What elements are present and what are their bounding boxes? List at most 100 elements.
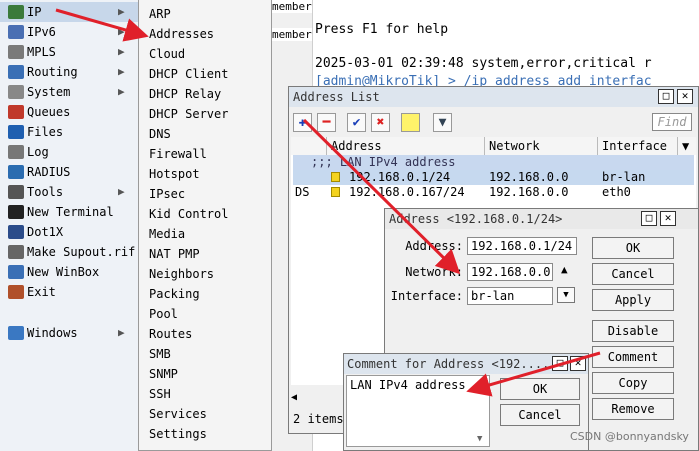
- submenu-item-arp[interactable]: ARP: [149, 4, 171, 24]
- enable-button[interactable]: ✔: [347, 113, 366, 132]
- network-field[interactable]: 192.168.0.0: [467, 263, 553, 281]
- cancel-button[interactable]: Cancel: [592, 263, 674, 285]
- maximize-button[interactable]: □: [641, 211, 657, 226]
- comment-textarea[interactable]: LAN IPv4 address: [346, 375, 490, 447]
- ok-button[interactable]: OK: [592, 237, 674, 259]
- submenu-item-packing[interactable]: Packing: [149, 284, 200, 304]
- submenu-item-addresses[interactable]: Addresses: [149, 24, 214, 44]
- column-menu-icon[interactable]: ▼: [678, 137, 696, 155]
- system-icon: [8, 85, 24, 99]
- mpls-icon: [8, 45, 24, 59]
- dropdown-icon[interactable]: ▼: [557, 287, 575, 303]
- submenu-item-services[interactable]: Services: [149, 404, 207, 424]
- submenu-item-pool[interactable]: Pool: [149, 304, 178, 324]
- submenu-arrow-icon: ▶: [118, 326, 125, 339]
- menu-item-dot1x[interactable]: Dot1X: [0, 222, 138, 242]
- menu-item-system[interactable]: System ▶: [0, 82, 138, 102]
- submenu-arrow-icon: ▶: [118, 45, 125, 58]
- scroll-down-icon[interactable]: ▼: [477, 434, 482, 444]
- submenu-item-smb[interactable]: SMB: [149, 344, 171, 364]
- remove-button[interactable]: Remove: [592, 398, 674, 420]
- menu-item-radius[interactable]: RADIUS: [0, 162, 138, 182]
- apply-button[interactable]: Apply: [592, 289, 674, 311]
- add-button[interactable]: ✚: [293, 113, 312, 132]
- collapse-up-icon[interactable]: ▲: [561, 263, 568, 276]
- menu-item-ip[interactable]: IP ▶: [0, 2, 138, 22]
- row-interface: eth0: [602, 185, 631, 199]
- address-list-titlebar[interactable]: Address List: [289, 87, 698, 107]
- submenu-item-snmp[interactable]: SNMP: [149, 364, 178, 384]
- menu-item-label: Tools: [27, 185, 64, 199]
- filter-icon[interactable]: ▼: [433, 113, 452, 132]
- submenu-item-ipsec[interactable]: IPsec: [149, 184, 185, 204]
- submenu-item-neighbors[interactable]: Neighbors: [149, 264, 214, 284]
- submenu-item-hotspot[interactable]: Hotspot: [149, 164, 200, 184]
- menu-item-routing[interactable]: Routing ▶: [0, 62, 138, 82]
- remove-button[interactable]: ━: [317, 113, 336, 132]
- find-input[interactable]: Find: [652, 113, 692, 131]
- table-row[interactable]: DS 192.168.0.167/24 192.168.0.0 eth0: [293, 185, 694, 200]
- menu-item-new-winbox[interactable]: New WinBox: [0, 262, 138, 282]
- submenu-arrow-icon: ▶: [118, 5, 125, 18]
- submenu-item-media[interactable]: Media: [149, 224, 185, 244]
- row-network: 192.168.0.0: [489, 170, 569, 184]
- close-button[interactable]: ✕: [570, 356, 586, 371]
- row-address: 192.168.0.167/24: [349, 185, 465, 199]
- menu-item-exit[interactable]: Exit: [0, 282, 138, 302]
- copy-button[interactable]: Copy: [592, 372, 674, 394]
- network-label: Network:: [405, 265, 463, 279]
- submenu-item-nat-pmp[interactable]: NAT PMP: [149, 244, 200, 264]
- menu-item-windows[interactable]: Windows ▶: [0, 323, 138, 343]
- submenu-item-dhcp-relay[interactable]: DHCP Relay: [149, 84, 221, 104]
- menu-item-mpls[interactable]: MPLS ▶: [0, 42, 138, 62]
- address-field[interactable]: 192.168.0.1/24: [467, 237, 577, 255]
- submenu-item-routes[interactable]: Routes: [149, 324, 192, 344]
- comment-button[interactable]: Comment: [592, 346, 674, 368]
- comment-window[interactable]: Comment for Address <192.... □ ✕ LAN IPv…: [343, 353, 589, 451]
- menu-item-make-supout-rif[interactable]: Make Supout.rif: [0, 242, 138, 262]
- menu-item-label: Make Supout.rif: [27, 245, 136, 259]
- close-button[interactable]: ✕: [660, 211, 676, 226]
- menu-item-tools[interactable]: Tools ▶: [0, 182, 138, 202]
- close-button[interactable]: ✕: [677, 89, 693, 104]
- submenu-item-cloud[interactable]: Cloud: [149, 44, 185, 64]
- cancel-button[interactable]: Cancel: [500, 404, 580, 426]
- submenu-arrow-icon: ▶: [118, 185, 125, 198]
- menu-item-files[interactable]: Files: [0, 122, 138, 142]
- interface-select[interactable]: br-lan: [467, 287, 553, 305]
- flag-column-header[interactable]: [291, 137, 327, 155]
- disable-button[interactable]: ✖: [371, 113, 390, 132]
- group-row[interactable]: ;;; LAN IPv4 address: [293, 155, 694, 170]
- interface-column-header[interactable]: Interface: [598, 137, 678, 155]
- menu-item-ipv6[interactable]: IPv6 ▶: [0, 22, 138, 42]
- submenu-item-settings[interactable]: Settings: [149, 424, 207, 444]
- submenu-item-dns[interactable]: DNS: [149, 124, 171, 144]
- address-column-header[interactable]: Address: [327, 137, 485, 155]
- maximize-button[interactable]: □: [658, 89, 674, 104]
- menu-item-label: Files: [27, 125, 64, 139]
- maximize-button[interactable]: □: [552, 356, 568, 371]
- submenu-item-ssh[interactable]: SSH: [149, 384, 171, 404]
- comment-icon[interactable]: [401, 113, 420, 132]
- ok-button[interactable]: OK: [500, 378, 580, 400]
- address-detail-title: Address <192.168.0.1/24>: [389, 212, 563, 226]
- supout-icon: [8, 245, 24, 259]
- member-label: member: [272, 0, 312, 13]
- windows-icon: [8, 326, 24, 340]
- menu-item-queues[interactable]: Queues: [0, 102, 138, 122]
- table-row[interactable]: 192.168.0.1/24 192.168.0.0 br-lan: [293, 170, 694, 185]
- submenu-item-kid-control[interactable]: Kid Control: [149, 204, 228, 224]
- submenu-item-dhcp-client[interactable]: DHCP Client: [149, 64, 228, 84]
- network-column-header[interactable]: Network: [485, 137, 598, 155]
- scroll-left-icon[interactable]: ◀: [291, 392, 301, 404]
- disable-button[interactable]: Disable: [592, 320, 674, 342]
- log-icon: [8, 145, 24, 159]
- winbox-icon: [8, 265, 24, 279]
- submenu-item-dhcp-server[interactable]: DHCP Server: [149, 104, 228, 124]
- group-comment: ;;; LAN IPv4 address: [311, 155, 456, 169]
- menu-item-label: MPLS: [27, 45, 56, 59]
- submenu-item-firewall[interactable]: Firewall: [149, 144, 207, 164]
- address-label: Address:: [405, 239, 463, 253]
- menu-item-log[interactable]: Log: [0, 142, 138, 162]
- menu-item-new-terminal[interactable]: New Terminal: [0, 202, 138, 222]
